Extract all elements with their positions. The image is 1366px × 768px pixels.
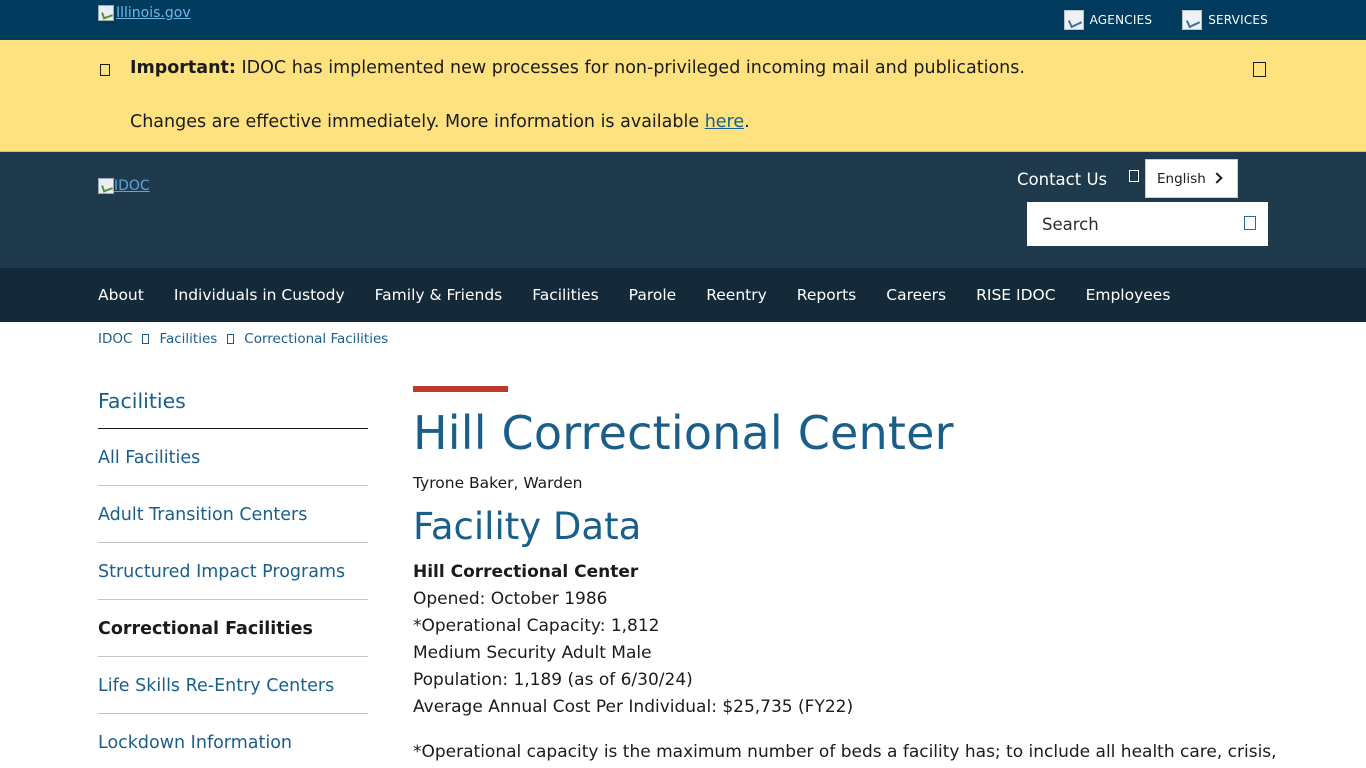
alert-message: IDOC has implemented new processes for n… xyxy=(241,58,1025,78)
idoc-logo-link[interactable]: IDOC xyxy=(98,178,150,194)
facility-population: Population: 1,189 (as of 6/30/24) xyxy=(413,670,693,690)
nav-item-family-friends[interactable]: Family & Friends xyxy=(375,286,503,304)
alert-more-info-link[interactable]: here xyxy=(705,112,744,132)
nav-item-employees[interactable]: Employees xyxy=(1086,286,1171,304)
close-icon[interactable] xyxy=(1253,62,1266,77)
nav-item-parole[interactable]: Parole xyxy=(629,286,677,304)
nav-item-careers[interactable]: Careers xyxy=(886,286,946,304)
breadcrumb-correctional-facilities[interactable]: Correctional Facilities xyxy=(244,331,388,347)
page-title: Hill Correctional Center xyxy=(413,406,954,460)
language-label: English xyxy=(1157,170,1206,187)
sidebar-item-structured-impact-programs[interactable]: Structured Impact Programs xyxy=(98,543,368,600)
nav-item-facilities[interactable]: Facilities xyxy=(532,286,598,304)
illinois-logo-alt: Illinois.gov xyxy=(116,5,191,21)
sidebar-item-life-skills-reentry-centers[interactable]: Life Skills Re-Entry Centers xyxy=(98,657,368,714)
bell-icon xyxy=(100,64,110,76)
chevron-right-icon xyxy=(1211,172,1223,184)
illinois-logo-link[interactable]: Illinois.gov xyxy=(98,5,191,27)
site-header: IDOC Contact Us English xyxy=(0,152,1366,268)
alert-line-2-suffix: . xyxy=(744,112,750,132)
facility-capacity: *Operational Capacity: 1,812 xyxy=(413,616,660,636)
nav-item-rise-idoc[interactable]: RISE IDOC xyxy=(976,286,1055,304)
sidebar-item-correctional-facilities[interactable]: Correctional Facilities xyxy=(98,600,368,657)
agencies-label: AGENCIES xyxy=(1089,13,1153,27)
contact-us-link[interactable]: Contact Us xyxy=(1017,170,1107,189)
title-accent-bar xyxy=(413,386,508,392)
sidebar-title[interactable]: Facilities xyxy=(98,386,368,429)
breadcrumb-separator-icon xyxy=(227,334,235,344)
warden-name: Tyrone Baker, Warden xyxy=(413,474,583,492)
facility-security: Medium Security Adult Male xyxy=(413,643,652,663)
sidebar-item-lockdown-information[interactable]: Lockdown Information xyxy=(98,714,368,768)
section-title: Facility Data xyxy=(413,505,642,548)
facility-opened: Opened: October 1986 xyxy=(413,589,608,609)
idoc-logo-image xyxy=(98,178,114,194)
main-content: Hill Correctional Center Tyrone Baker, W… xyxy=(413,386,1277,766)
main-navigation: About Individuals in Custody Family & Fr… xyxy=(0,268,1366,322)
search-input[interactable] xyxy=(1027,202,1268,246)
services-icon xyxy=(1182,10,1203,30)
nav-item-reports[interactable]: Reports xyxy=(797,286,856,304)
facility-name: Hill Correctional Center xyxy=(413,562,639,582)
alert-banner: Important: IDOC has implemented new proc… xyxy=(0,40,1366,152)
agencies-link[interactable]: AGENCIES xyxy=(1063,10,1153,30)
sidebar-item-adult-transition-centers[interactable]: Adult Transition Centers xyxy=(98,486,368,543)
search-icon[interactable] xyxy=(1244,216,1256,230)
breadcrumb-separator-icon xyxy=(142,334,150,344)
breadcrumb-idoc[interactable]: IDOC xyxy=(98,331,132,347)
services-label: SERVICES xyxy=(1208,13,1268,27)
nav-item-individuals-in-custody[interactable]: Individuals in Custody xyxy=(174,286,345,304)
alert-line-2-text: Changes are effective immediately. More … xyxy=(130,112,700,132)
alert-line-1: Important: IDOC has implemented new proc… xyxy=(130,58,1025,78)
sidebar-item-all-facilities[interactable]: All Facilities xyxy=(98,429,368,486)
services-link[interactable]: SERVICES xyxy=(1182,10,1268,30)
globe-icon xyxy=(1129,170,1139,182)
facility-cost: Average Annual Cost Per Individual: $25,… xyxy=(413,697,854,717)
nav-item-reentry[interactable]: Reentry xyxy=(706,286,767,304)
breadcrumb: IDOC Facilities Correctional Facilities xyxy=(98,331,388,347)
language-selector[interactable]: English xyxy=(1145,159,1238,198)
sidebar: Facilities All Facilities Adult Transiti… xyxy=(98,386,368,768)
capacity-note: *Operational capacity is the maximum num… xyxy=(413,742,1277,762)
alert-important-label: Important: xyxy=(130,58,236,78)
agencies-icon xyxy=(1063,10,1084,30)
alert-line-2: Changes are effective immediately. More … xyxy=(130,112,750,132)
nav-item-about[interactable]: About xyxy=(98,286,144,304)
idoc-logo-alt: IDOC xyxy=(114,178,150,194)
top-links: AGENCIES SERVICES xyxy=(1063,10,1268,30)
facility-facts: Hill Correctional Center Opened: October… xyxy=(413,559,1273,721)
top-utility-bar: Illinois.gov AGENCIES SERVICES xyxy=(0,0,1366,40)
breadcrumb-facilities[interactable]: Facilities xyxy=(159,331,217,347)
illinois-logo-image xyxy=(98,5,114,21)
